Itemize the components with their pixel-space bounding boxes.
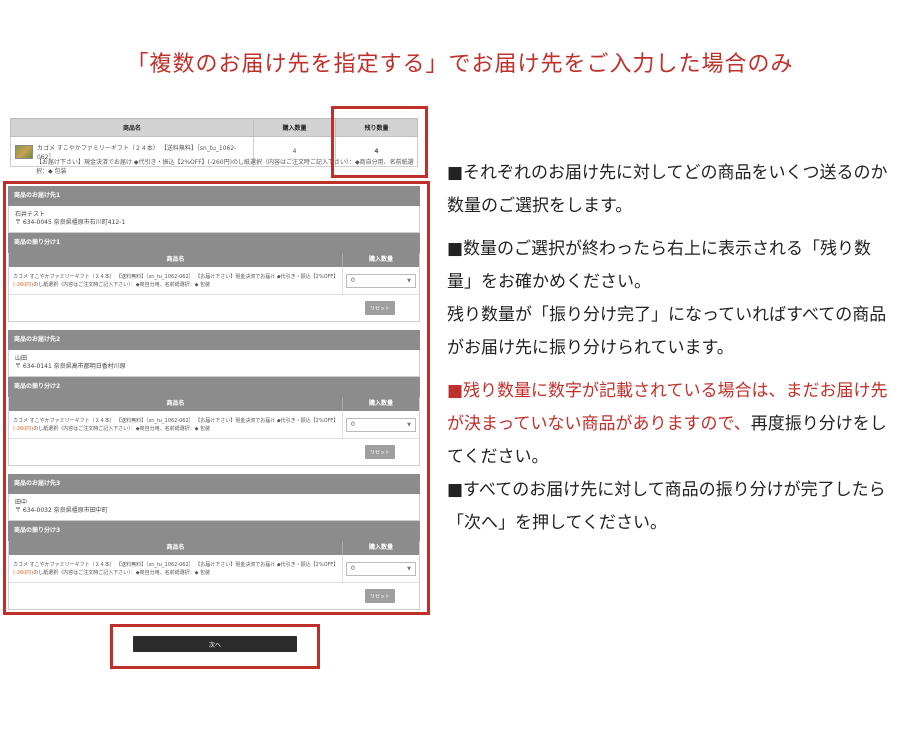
alloc-desc-line: のし紙選択（内容はご注文時ご記入下さい）：◆商自分用、名前紙選択：◆ 包装 [33, 282, 211, 288]
instruction-text: ■数量のご選択が終わったら右上に表示される「残り数量」をお確かめください。 [447, 239, 872, 292]
instruction-text: ■すべてのお届け先に対して商品の振り分けが完了したら「次へ」を押してください。 [447, 480, 886, 533]
recipient-postal: 〒 634-0045 奈良県橿原市石川町412-1 [15, 219, 126, 226]
recipient-name: 石井テスト [15, 211, 46, 218]
alloc-product-desc: カゴメ すこやかファミリーギフト（２４本） 【送料無料】［sn_tu_1062-… [9, 267, 343, 294]
alloc-col-product: 商品名 [9, 253, 343, 267]
alloc-col-product: 商品名 [9, 397, 343, 411]
quantity-select[interactable]: 0 ▼ [346, 273, 416, 288]
recipient-postal: 〒 634-0141 奈良県高市郡明日香村川原 [15, 363, 126, 370]
alloc-product-desc: カゴメ すこやかファミリーギフト（２４本） 【送料無料】［sn_tu_1062-… [9, 555, 343, 582]
quantity-select-value: 0 [351, 277, 355, 284]
alloc-desc-line: のし紙選択（内容はご注文時ご記入下さい）：◆商自分用、名前紙選択：◆ 包装 [33, 570, 211, 576]
table-row: カゴメ すこやかファミリーギフト（２４本） 【送料無料】［sn_tu_1062-… [9, 555, 419, 583]
product-thumbnail [15, 144, 33, 159]
recipient-postal: 〒 634-0032 奈良県橿原市田中町 [15, 507, 108, 514]
quantity-select[interactable]: 0 ▼ [346, 417, 416, 432]
recipient-heading: 商品のお届け先1 [8, 186, 420, 206]
alloc-desc-line: のし紙選択（内容はご注文時ご記入下さい）：◆商自分用、名前紙選択：◆ 包装 [33, 426, 211, 432]
chevron-down-icon: ▼ [407, 565, 411, 572]
alloc-col-qty: 購入数量 [368, 400, 393, 407]
col-product-name: 商品名 [10, 118, 254, 137]
reset-button[interactable]: リセット [365, 445, 395, 459]
alloc-col-qty: 購入数量 [368, 544, 393, 551]
alloc-desc-line: カゴメ すこやかファミリーギフト（２４本） 【送料無料】［sn_tu_1062-… [13, 418, 339, 424]
recipient-address: 石井テスト 〒 634-0045 奈良県橿原市石川町412-1 [8, 206, 420, 233]
allocation-heading: 商品の振り分け2 [8, 377, 420, 397]
allocation-heading: 商品の振り分け3 [8, 521, 420, 541]
alloc-desc-line: カゴメ すこやかファミリーギフト（２４本） 【送料無料】［sn_tu_1062-… [13, 562, 339, 568]
recipient-heading: 商品のお届け先3 [8, 474, 420, 494]
recipient-name: 田中 [15, 499, 28, 506]
col-purchase-qty: 購入数量 [253, 118, 336, 137]
chevron-down-icon: ▼ [407, 421, 411, 428]
alloc-col-qty: 購入数量 [368, 256, 393, 263]
instruction-text: ■それぞれのお届け先に対してどの商品をいくつ送るのか数量のご選択をします。 [447, 163, 888, 216]
quantity-select[interactable]: 0 ▼ [346, 561, 416, 576]
quantity-select-value: 0 [351, 565, 355, 572]
quantity-select-value: 0 [351, 421, 355, 428]
alloc-product-desc: カゴメ すこやかファミリーギフト（２４本） 【送料無料】［sn_tu_1062-… [9, 411, 343, 438]
recipient-name: 山田 [15, 355, 28, 362]
instructions: ■それぞれのお届け先に対してどの商品をいくつ送るのか数量のご選択をします。 ■数… [447, 157, 891, 550]
alloc-price: (-260円) [13, 282, 34, 288]
instruction-text: 残り数量が「振り分け完了」になっていればすべての商品がお届け先に振り分けられてい… [447, 305, 887, 358]
alloc-desc-line: カゴメ すこやかファミリーギフト（２４本） 【送料無料】［sn_tu_1062-… [13, 274, 339, 280]
recipients-panel: 商品のお届け先1 石井テスト 〒 634-0045 奈良県橿原市石川町412-1… [8, 186, 420, 610]
reset-button[interactable]: リセット [365, 589, 395, 603]
reset-button[interactable]: リセット [365, 301, 395, 315]
alloc-price: (-260円) [13, 426, 34, 432]
chevron-down-icon: ▼ [407, 277, 411, 284]
recipient-heading: 商品のお届け先2 [8, 330, 420, 350]
allocation-heading: 商品の振り分け1 [8, 233, 420, 253]
allocation-table: 商品名 購入数量 カゴメ すこやかファミリーギフト（２４本） 【送料無料】［sn… [8, 253, 420, 322]
allocation-table: 商品名 購入数量 カゴメ すこやかファミリーギフト（２４本） 【送料無料】［sn… [8, 397, 420, 466]
table-row: カゴメ すこやかファミリーギフト（２４本） 【送料無料】［sn_tu_1062-… [9, 267, 419, 295]
recipient-address: 田中 〒 634-0032 奈良県橿原市田中町 [8, 494, 420, 521]
alloc-price: (-260円) [13, 570, 34, 576]
remaining-highlight-box [331, 106, 428, 178]
alloc-col-product: 商品名 [9, 541, 343, 555]
recipient-address: 山田 〒 634-0141 奈良県高市郡明日香村川原 [8, 350, 420, 377]
page-title: 「複数のお届け先を指定する」でお届け先をご入力した場合のみ [126, 52, 794, 77]
allocation-table: 商品名 購入数量 カゴメ すこやかファミリーギフト（２４本） 【送料無料】［sn… [8, 541, 420, 610]
next-button[interactable]: 次へ [133, 636, 297, 652]
table-row: カゴメ すこやかファミリーギフト（２４本） 【送料無料】［sn_tu_1062-… [9, 411, 419, 439]
